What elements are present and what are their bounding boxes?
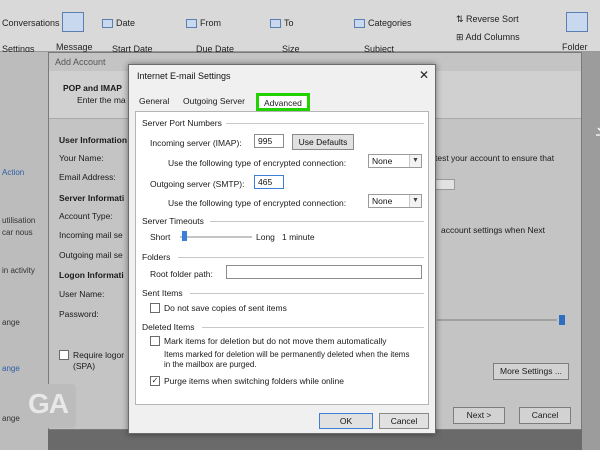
watermark-text: GA	[28, 388, 69, 419]
mark-items-checkbox[interactable]	[150, 336, 160, 346]
use-defaults-button[interactable]: Use Defaults	[292, 134, 354, 150]
right-edge	[582, 52, 600, 450]
test-slider-thumb[interactable]	[559, 315, 565, 325]
chevron-down-icon: ▼	[409, 195, 421, 207]
timeout-value: 1 minute	[282, 232, 315, 242]
dialog-cancel-button[interactable]: Cancel	[379, 413, 429, 429]
root-folder-input[interactable]	[226, 265, 422, 279]
purge-items-label: Purge items when switching folders while…	[164, 376, 345, 386]
require-logon-label: Require logor	[73, 350, 125, 360]
left-pane-item[interactable]: ange	[2, 414, 20, 423]
user-name-label: User Name:	[59, 289, 105, 299]
close-icon[interactable]: ✕	[415, 67, 433, 83]
mark-items-label: Mark items for deletion but do not move …	[164, 336, 387, 346]
categories-icon	[354, 19, 365, 29]
left-pane-item[interactable]: Action	[2, 168, 24, 177]
more-settings-button[interactable]: More Settings ...	[493, 363, 569, 380]
root-folder-label: Root folder path:	[150, 269, 213, 279]
user-info-heading: User Information	[59, 135, 128, 145]
sent-items-heading: Sent Items	[142, 288, 183, 298]
deleted-items-heading: Deleted Items	[142, 322, 195, 332]
account-settings-text: account settings when Next	[441, 225, 545, 235]
ribbon-reverse-sort[interactable]: ⇅ Reverse Sort	[456, 14, 519, 25]
encrypt-select-incoming[interactable]: None ▼	[368, 154, 422, 168]
server-port-numbers-heading: Server Port Numbers	[142, 118, 222, 128]
do-not-save-label: Do not save copies of sent items	[164, 303, 287, 313]
folders-heading: Folders	[142, 252, 171, 262]
test-account-checkbox[interactable]	[435, 179, 455, 190]
logon-info-heading: Logon Informati	[59, 270, 124, 280]
advanced-panel: Server Port Numbers Incoming server (IMA…	[135, 111, 429, 405]
tab-outgoing-server[interactable]: Outgoing Server	[183, 96, 245, 106]
ribbon-add-columns[interactable]: ⊞ Add Columns	[456, 32, 520, 43]
encrypt-select-outgoing[interactable]: None ▼	[368, 194, 422, 208]
server-info-heading: Server Informati	[59, 193, 125, 203]
calendar-icon	[102, 19, 113, 29]
internet-email-settings-dialog: Internet E-mail Settings ✕ General Outgo…	[128, 64, 436, 434]
spa-label: (SPA)	[73, 361, 96, 371]
timeout-slider-track	[180, 236, 252, 238]
left-pane-item[interactable]: car nous	[2, 228, 33, 237]
add-account-title: Add Account	[55, 57, 106, 67]
ribbon-to[interactable]: To	[270, 18, 294, 29]
timeout-slider-thumb[interactable]	[182, 231, 187, 241]
to-icon	[270, 19, 281, 29]
outgoing-label: Outgoing mail se	[59, 250, 123, 260]
next-button[interactable]: Next >	[453, 407, 505, 424]
password-label: Password:	[59, 309, 99, 319]
folder-icon	[566, 12, 588, 32]
require-logon-checkbox[interactable]	[59, 350, 69, 360]
incoming-server-label: Incoming server (IMAP):	[150, 138, 242, 148]
ribbon-message[interactable]: Message	[56, 42, 93, 52]
encrypt-label-outgoing: Use the following type of encrypted conn…	[168, 198, 347, 208]
divider	[178, 257, 424, 258]
header-title: POP and IMAP	[63, 83, 122, 93]
chevron-down-icon: ▼	[409, 155, 421, 167]
dialog-title: Internet E-mail Settings	[137, 71, 231, 81]
email-label: Email Address:	[59, 172, 116, 182]
ribbon: Conversations Settings Message Date From…	[0, 0, 600, 54]
left-pane-item[interactable]: ange	[2, 318, 20, 327]
add-account-cancel-button[interactable]: Cancel	[519, 407, 571, 424]
sort-icon: ⇅	[456, 14, 467, 24]
left-pane-item[interactable]: ange	[2, 364, 20, 373]
ribbon-folder[interactable]: Folder	[562, 42, 588, 52]
incoming-port-input[interactable]	[254, 134, 284, 148]
divider	[202, 327, 424, 328]
cursor-icon	[596, 127, 600, 136]
server-timeouts-heading: Server Timeouts	[142, 216, 204, 226]
test-account-text: test your account to ensure that	[435, 153, 555, 163]
tab-general[interactable]: General	[139, 96, 169, 106]
purge-items-checkbox[interactable]: ✓	[150, 376, 160, 386]
ribbon-date[interactable]: Date	[102, 18, 135, 29]
outgoing-port-input[interactable]	[254, 175, 284, 189]
ribbon-from[interactable]: From	[186, 18, 221, 29]
add-columns-icon: ⊞	[456, 32, 466, 42]
left-pane-item[interactable]: utilisation	[2, 216, 35, 225]
ok-button[interactable]: OK	[319, 413, 373, 429]
ribbon-categories[interactable]: Categories	[354, 18, 412, 29]
long-label: Long	[256, 232, 275, 242]
tab-advanced[interactable]: Advanced	[256, 93, 310, 111]
your-name-label: Your Name:	[59, 153, 104, 163]
mark-items-note: Items marked for deletion will be perman…	[164, 350, 410, 369]
divider	[190, 293, 424, 294]
encrypt-label-incoming: Use the following type of encrypted conn…	[168, 158, 347, 168]
divider	[226, 123, 424, 124]
test-slider-track	[437, 319, 557, 321]
message-icon	[62, 12, 84, 32]
outgoing-server-label: Outgoing server (SMTP):	[150, 179, 245, 189]
ribbon-conversations[interactable]: Conversations	[2, 18, 60, 28]
do-not-save-checkbox[interactable]	[150, 303, 160, 313]
incoming-label: Incoming mail se	[59, 230, 123, 240]
left-pane-item[interactable]: in activity	[2, 266, 35, 275]
account-type-label: Account Type:	[59, 211, 113, 221]
divider	[210, 221, 424, 222]
short-label: Short	[150, 232, 171, 242]
from-icon	[186, 19, 197, 29]
header-subtitle: Enter the ma	[77, 95, 126, 105]
